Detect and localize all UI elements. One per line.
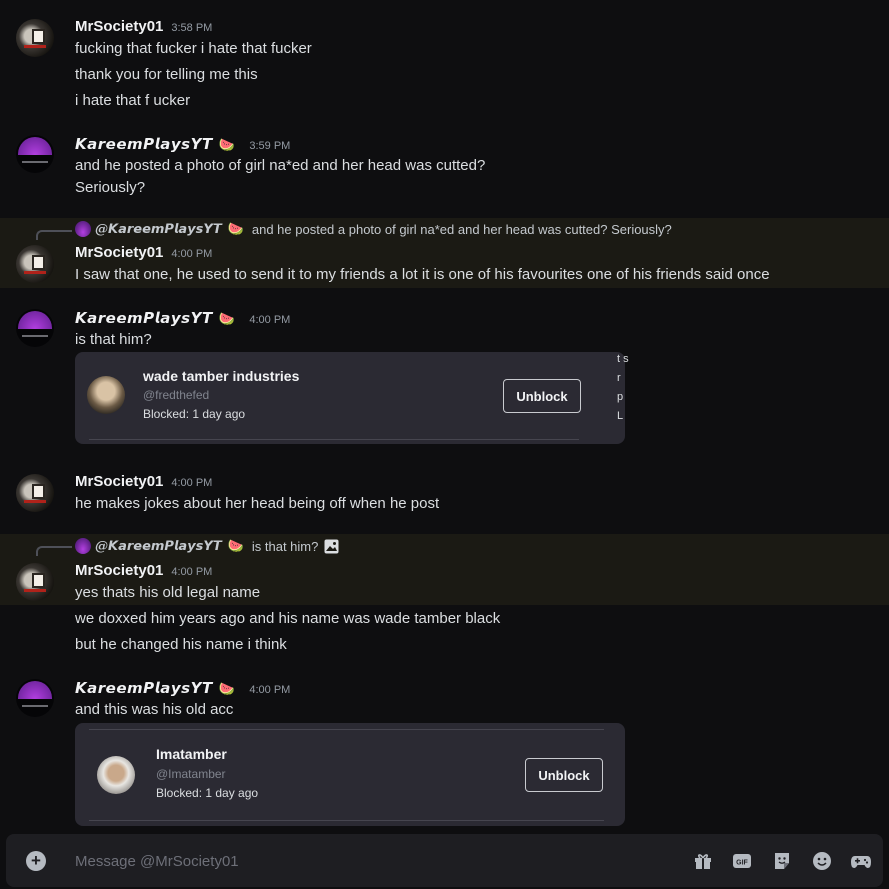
profile-card[interactable]: wade tamber industries @fredthefed Block… <box>75 352 629 444</box>
timestamp: 4:00 PM <box>249 314 291 326</box>
timestamp: 4:00 PM <box>171 566 213 578</box>
author-name[interactable]: MrSociety01 4:00 PM <box>75 473 212 490</box>
message-text: we doxxed him years ago and his name was… <box>75 610 501 627</box>
author-name[interactable]: 𝙆𝙖𝙧𝙚𝙚𝙢𝙋𝙡𝙖𝙮𝙨𝙔𝙏 🍉 4:00 PM <box>75 679 290 697</box>
avatar-kareemplaysyt[interactable] <box>16 679 54 717</box>
reply-text: is that him? <box>251 538 319 554</box>
reply-connector <box>36 230 72 240</box>
watermelon-icon: 🍉 <box>218 682 236 697</box>
card-divider <box>89 439 579 440</box>
profile-avatar <box>97 756 135 794</box>
timestamp: 3:59 PM <box>249 140 291 152</box>
avatar-mrsociety01[interactable] <box>16 474 54 512</box>
reply-avatar <box>75 538 91 554</box>
message-text: thank you for telling me this <box>75 66 258 83</box>
reply-author: @𝙆𝙖𝙧𝙚𝙚𝙢𝙋𝙡𝙖𝙮𝙨𝙔𝙏 <box>95 221 222 237</box>
author-name[interactable]: MrSociety01 4:00 PM <box>75 562 212 579</box>
svg-text:GIF: GIF <box>736 860 748 867</box>
message-text: is that him? <box>75 331 152 348</box>
gamepad-icon[interactable] <box>850 850 872 872</box>
reply-author: @𝙆𝙖𝙧𝙚𝙚𝙢𝙋𝙡𝙖𝙮𝙨𝙔𝙏 <box>95 538 222 554</box>
watermelon-icon: 🍉 <box>218 312 236 327</box>
avatar-kareemplaysyt[interactable] <box>16 309 54 347</box>
message-text: and this was his old acc <box>75 701 234 718</box>
reply-avatar <box>75 221 91 237</box>
message-input[interactable] <box>75 846 675 876</box>
author-name[interactable]: MrSociety01 4:00 PM <box>75 244 212 261</box>
message-text: yes thats his old legal name <box>75 584 261 601</box>
sticker-icon[interactable] <box>771 850 793 872</box>
message-text: I saw that one, he used to send it to my… <box>75 266 770 283</box>
author-name[interactable]: 𝙆𝙖𝙧𝙚𝙚𝙢𝙋𝙡𝙖𝙮𝙨𝙔𝙏 🍉 3:59 PM <box>75 135 290 153</box>
message-text: he makes jokes about her head being off … <box>75 495 440 512</box>
reply-preview[interactable]: @𝙆𝙖𝙧𝙚𝙚𝙢𝙋𝙡𝙖𝙮𝙨𝙔𝙏 🍉 and he posted a photo o… <box>75 221 672 237</box>
reply-preview[interactable]: @𝙆𝙖𝙧𝙚𝙚𝙢𝙋𝙡𝙖𝙮𝙨𝙔𝙏 🍉 is that him? <box>75 538 339 554</box>
blocked-status: Blocked: 1 day ago <box>143 407 246 421</box>
profile-card[interactable]: Imatamber @Imatamber Blocked: 1 day ago … <box>75 723 625 826</box>
reply-text: and he posted a photo of girl na*ed and … <box>251 221 672 237</box>
watermelon-icon: 🍉 <box>227 538 244 553</box>
timestamp: 4:00 PM <box>249 684 291 696</box>
card-divider <box>89 820 604 821</box>
unblock-button[interactable]: Unblock <box>503 379 581 413</box>
timestamp: 4:00 PM <box>171 248 213 260</box>
profile-name[interactable]: wade tamber industries <box>143 368 299 384</box>
reply-connector <box>36 546 72 556</box>
author-name[interactable]: MrSociety01 3:58 PM <box>75 18 212 35</box>
avatar-kareemplaysyt[interactable] <box>16 135 54 173</box>
watermelon-icon: 🍉 <box>218 138 236 153</box>
gift-icon[interactable] <box>692 850 714 872</box>
message-text: but he changed his name i think <box>75 636 287 653</box>
profile-name[interactable]: Imatamber <box>156 746 227 762</box>
profile-handle: @Imatamber <box>156 767 226 781</box>
author-name[interactable]: 𝙆𝙖𝙧𝙚𝙚𝙢𝙋𝙡𝙖𝙮𝙨𝙔𝙏 🍉 4:00 PM <box>75 309 290 327</box>
image-icon <box>324 539 339 554</box>
message-text: fucking that fucker i hate that fucker <box>75 40 312 57</box>
timestamp: 3:58 PM <box>171 22 213 34</box>
unblock-button[interactable]: Unblock <box>525 758 603 792</box>
avatar-mrsociety01[interactable] <box>16 563 54 601</box>
blocked-status: Blocked: 1 day ago <box>156 786 259 800</box>
message-composer: + GIF <box>6 834 883 887</box>
plus-circle-icon[interactable]: + <box>26 851 46 871</box>
message-text: and he posted a photo of girl na*ed and … <box>75 157 486 174</box>
avatar-mrsociety01[interactable] <box>16 245 54 283</box>
profile-avatar <box>87 376 125 414</box>
partial-text: t s r p L <box>617 353 629 422</box>
profile-handle: @fredthefed <box>143 388 210 402</box>
gif-icon[interactable]: GIF <box>731 850 753 872</box>
avatar-mrsociety01[interactable] <box>16 19 54 57</box>
emoji-icon[interactable] <box>811 850 833 872</box>
message-text: Seriously? <box>75 179 146 196</box>
card-divider <box>89 729 604 730</box>
message-text: i hate that f ucker <box>75 92 191 109</box>
watermelon-icon: 🍉 <box>227 221 244 236</box>
timestamp: 4:00 PM <box>171 477 213 489</box>
